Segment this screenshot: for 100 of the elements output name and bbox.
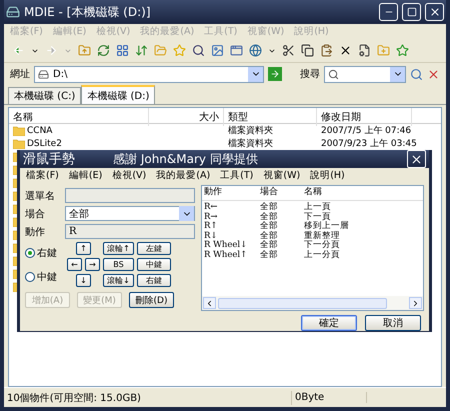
key-button[interactable]: ↓ <box>76 274 91 287</box>
column-header[interactable]: 名稱 <box>9 108 149 126</box>
sort-icon[interactable] <box>135 44 148 57</box>
search-icon <box>328 68 339 80</box>
star-icon[interactable] <box>396 44 409 57</box>
table-cell-text: R← <box>203 203 219 212</box>
table-cell-text: R Wheel↓ <box>203 241 248 250</box>
dialog-title: 滑鼠手勢 <box>23 151 75 168</box>
scroll-left-button[interactable] <box>203 297 216 309</box>
search-field[interactable] <box>324 66 406 82</box>
menu-item[interactable]: 視窗(W) <box>263 169 300 182</box>
delete-icon[interactable] <box>339 44 352 57</box>
table-cell-text: R↑ <box>203 222 219 232</box>
folder-icon <box>13 126 25 136</box>
column-header[interactable]: 類型 <box>224 108 317 126</box>
table-cell-text: 2007/9/23 上午 03:45 <box>321 138 417 150</box>
table-cell-text: 下一頁 <box>303 212 331 222</box>
column-header[interactable]: 大小 <box>149 108 224 126</box>
menu-item[interactable]: 我的最愛(A) <box>156 169 210 182</box>
table-cell-text: 全部 <box>259 203 279 212</box>
key-button[interactable]: 右鍵 <box>137 274 171 287</box>
column-header[interactable]: 場合 <box>258 188 302 198</box>
column-header[interactable]: 動作 <box>202 188 258 198</box>
cut-icon[interactable] <box>282 44 295 57</box>
refresh-icon[interactable] <box>97 44 110 57</box>
go-button[interactable] <box>268 67 282 81</box>
menu-item[interactable]: 說明(H) <box>310 169 345 182</box>
search-label: 搜尋 <box>300 68 320 81</box>
field-label: 選單名 <box>25 190 56 202</box>
scroll-right-button[interactable] <box>409 297 422 309</box>
file-name: CCNA <box>27 126 52 136</box>
grid-view-icon[interactable] <box>116 44 129 57</box>
close-button[interactable] <box>425 3 444 21</box>
chevron-right-icon <box>411 298 420 308</box>
column-header[interactable]: 名稱 <box>302 188 423 198</box>
search-icon[interactable] <box>410 68 423 80</box>
table-cell: 檔案資料夾 <box>228 124 273 137</box>
radio-button[interactable]: 右鍵 <box>25 246 63 260</box>
scroll-thumb[interactable] <box>218 298 387 308</box>
back-icon[interactable] <box>12 44 25 57</box>
table-cell-text: 上一頁 <box>303 203 332 212</box>
select-field[interactable]: 全部 <box>65 206 195 221</box>
maximize-icon <box>406 7 416 17</box>
table-cell-text: 全部 <box>259 250 279 260</box>
table-cell-text: 下一分頁 <box>303 241 341 250</box>
window-icon[interactable] <box>230 44 243 57</box>
search-icon[interactable] <box>192 44 205 57</box>
image-icon[interactable] <box>211 44 224 57</box>
column-header[interactable]: 修改日期 <box>317 108 412 126</box>
key-button[interactable]: 滾輪↑ <box>103 242 134 255</box>
dialog-credit: 感謝 John&Mary 同學提供 <box>113 150 259 168</box>
copy-icon[interactable] <box>301 44 314 57</box>
paste-icon[interactable] <box>320 44 333 57</box>
address-value: D:\ <box>53 68 68 80</box>
status-text: 0Byte <box>292 392 367 403</box>
key-button[interactable]: 左鍵 <box>137 242 171 255</box>
table-cell-text: 2007/7/5 上午 07:46 <box>321 124 412 137</box>
tab[interactable]: 本機磁碟 (C:) <box>8 87 82 104</box>
table-cell-text: R→ <box>203 212 219 222</box>
arrow-icon <box>270 69 280 79</box>
key-button[interactable]: BS <box>103 258 134 271</box>
field-label: 場合 <box>25 208 46 220</box>
table-cell-text: R↓ <box>203 232 219 240</box>
table-cell-text: 全部 <box>259 232 279 240</box>
radio-button[interactable]: 中鍵 <box>25 270 63 284</box>
star-icon[interactable] <box>173 44 186 57</box>
menu-item[interactable]: 檔案(F) <box>26 169 59 182</box>
properties-icon[interactable] <box>358 44 371 57</box>
menu-item[interactable]: 編輯(E) <box>68 169 102 182</box>
key-button[interactable]: → <box>85 258 100 271</box>
table-cell-text: 上一分頁 <box>303 250 341 260</box>
table-cell-text: 全部 <box>259 222 279 231</box>
table-cell-text: 全部 <box>259 241 279 250</box>
minimize-button[interactable] <box>379 3 398 21</box>
key-button[interactable]: ↑ <box>76 242 91 255</box>
menu-item[interactable]: 檢視(V) <box>112 169 146 182</box>
chevron-left-icon <box>205 298 214 308</box>
address-field[interactable]: D:\ <box>34 66 264 82</box>
dropdown-button[interactable] <box>248 66 263 82</box>
tab[interactable]: 本機磁碟 (D:) <box>81 85 156 104</box>
key-button[interactable]: 中鍵 <box>137 258 171 271</box>
table-cell-text: 移到上一層 <box>303 222 350 231</box>
action-button[interactable]: 刪除(D) <box>129 292 174 308</box>
clear-icon[interactable] <box>427 68 440 80</box>
table-cell: 檔案資料夾 <box>228 137 273 150</box>
key-button[interactable]: 滾輪↓ <box>103 274 134 287</box>
table-cell-text: 重新整理 <box>303 232 341 240</box>
key-button[interactable]: ← <box>67 258 82 271</box>
dropdown-button[interactable] <box>179 206 194 221</box>
table-cell-text: 全部 <box>259 212 279 222</box>
status-text: 10個物件(可用空間: 15.0GB) <box>4 390 292 404</box>
field-label: 動作 <box>25 226 46 238</box>
dialog-button[interactable]: 確定 <box>301 315 357 331</box>
address-label: 網址 <box>10 68 30 81</box>
globe-icon[interactable] <box>249 44 262 57</box>
menu-item[interactable]: 工具(T) <box>220 169 254 182</box>
dialog-button[interactable]: 取消 <box>365 315 421 331</box>
dropdown-button[interactable] <box>390 66 405 82</box>
maximize-button[interactable] <box>402 3 421 21</box>
close-icon <box>428 6 440 18</box>
